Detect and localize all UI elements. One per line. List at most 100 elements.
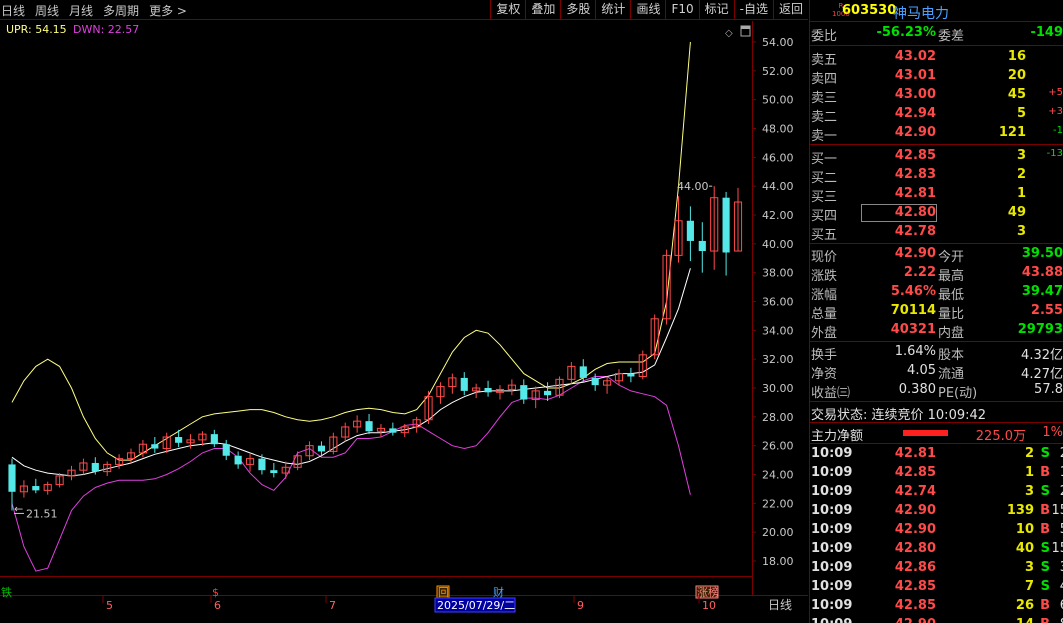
tab-monthly[interactable]: 月线 [69, 2, 93, 19]
tick-price: 42.86 [894, 560, 936, 575]
tick-volume: 139 [1006, 503, 1034, 518]
tab-weekly[interactable]: 周线 [35, 2, 59, 19]
tick-row: 10:0942.812S2 [810, 445, 1063, 464]
bid-price: 42.78 [894, 224, 936, 239]
tick-row: 10:0942.857S4 [810, 578, 1063, 597]
ask-row[interactable]: 卖二 42.94 5 +3 [810, 105, 1063, 125]
tick-price: 42.85 [894, 598, 936, 613]
tick-side: S [1040, 560, 1050, 575]
fundamentals-row: 收益㈢ 0.380 PE(动) 57.8 [810, 381, 1063, 401]
ask-change: +5 [1048, 87, 1063, 98]
ask-row[interactable]: 卖五 43.02 16 [810, 48, 1063, 68]
y-tick-label: 30.00 [762, 382, 794, 395]
date-cursor-label: 2025/07/29/二 [437, 599, 515, 612]
tab-daily[interactable]: 日线 [1, 2, 25, 19]
tick-volume: 2 [1024, 446, 1034, 461]
ask-row[interactable]: 卖三 43.00 45 +5 [810, 86, 1063, 106]
y-tick-label: 44.00 [762, 180, 794, 193]
bid-row[interactable]: 买三 42.81 1 [810, 185, 1063, 205]
bid-label: 买三 [811, 190, 838, 205]
ask-label: 卖五 [811, 53, 838, 68]
tick-time: 10:09 [811, 503, 853, 518]
tick-row: 10:0942.743S2 [810, 483, 1063, 502]
candle-body [520, 385, 528, 400]
tool-buttons: 复权 叠加 多股 统计 画线 F10 标记 -自选 返回 [490, 0, 808, 20]
quote-label: 外盘 [811, 326, 838, 341]
candle-body [151, 444, 159, 449]
tick-count: 15 [1051, 541, 1063, 556]
statistics-button[interactable]: 统计 [595, 0, 630, 20]
y-tick-label: 54.00 [762, 36, 794, 49]
bid-change: -13 [1046, 148, 1063, 159]
divider [810, 341, 1063, 342]
kline-chart[interactable]: UPR: 54.15 DWN: 22.57 54.00 52.00 50.00 48.… [0, 21, 808, 623]
f10-button[interactable]: F10 [665, 0, 698, 20]
candle-body [389, 428, 397, 433]
bid-price: 42.83 [894, 167, 936, 182]
candle-body [460, 377, 468, 391]
tab-more[interactable]: 更多 > [149, 2, 187, 19]
tick-side: B [1040, 522, 1050, 537]
tick-row: 10:0942.9010B5 [810, 521, 1063, 540]
tick-side: B [1040, 617, 1050, 623]
tick-time: 10:09 [811, 579, 853, 594]
tick-count: 15 [1051, 503, 1063, 518]
fund-value: 4.27亿 [1021, 367, 1063, 382]
high-label: 44.00 [677, 180, 709, 193]
stock-name[interactable]: 神马电力 [893, 3, 949, 23]
tick-volume: 3 [1024, 560, 1034, 575]
draw-line-button[interactable]: 画线 [630, 0, 665, 20]
quote-label: 内盘 [938, 326, 965, 341]
multi-stock-button[interactable]: 多股 [560, 0, 595, 20]
remove-favorite-button[interactable]: -自选 [733, 0, 773, 20]
mainforce-label: 主力净额 [811, 429, 864, 444]
ask-volume: 45 [1007, 87, 1026, 102]
quote-value: 39.47 [1021, 284, 1063, 299]
divider [810, 243, 1063, 244]
tick-side: S [1040, 541, 1050, 556]
tick-price: 42.74 [894, 484, 936, 499]
tick-side: S [1040, 579, 1050, 594]
overlay-button[interactable]: 叠加 [525, 0, 560, 20]
bid-row[interactable]: 买四 42.80 49 [810, 204, 1063, 224]
candle-body [722, 197, 730, 253]
low-label: 21.51 [26, 507, 58, 520]
tick-price: 42.85 [894, 579, 936, 594]
month-label: 9 [577, 599, 584, 612]
event-marker: 财 [493, 585, 504, 599]
window-icon-bar [741, 26, 750, 29]
y-tick-label: 18.00 [762, 555, 794, 568]
ask-label: 卖二 [811, 110, 838, 125]
mid-line [11, 268, 691, 477]
candle-body [698, 240, 706, 252]
low-arrow-head: ← [14, 502, 23, 515]
ask-change: -1 [1053, 125, 1063, 136]
candle-body [544, 390, 552, 396]
quote-value: 2.22 [903, 265, 936, 280]
bid-row[interactable]: 买五 42.78 3 [810, 223, 1063, 243]
back-button[interactable]: 返回 [772, 0, 808, 20]
y-tick-label: 26.00 [762, 440, 794, 453]
candle-body [222, 444, 230, 456]
bid-row[interactable]: 买一 42.85 3 -13 [810, 147, 1063, 167]
ask-volume: 20 [1007, 68, 1026, 83]
ask-row[interactable]: 卖一 42.90 121 -1 [810, 124, 1063, 144]
fund-label: 流通 [938, 367, 965, 382]
bid-price: 42.85 [894, 148, 936, 163]
y-tick-label: 28.00 [762, 411, 794, 424]
ask-row[interactable]: 卖四 43.01 20 [810, 67, 1063, 87]
ask-change: +3 [1048, 106, 1063, 117]
y-tick-label: 24.00 [762, 469, 794, 482]
mark-button[interactable]: 标记 [698, 0, 734, 20]
bid-label: 买二 [811, 171, 838, 186]
adjust-button[interactable]: 复权 [490, 0, 525, 20]
quote-label: 现价 [811, 250, 838, 265]
y-tick-label: 42.00 [762, 209, 794, 222]
dwn-line [11, 376, 691, 572]
quote-label: 今开 [938, 250, 965, 265]
tab-multi-period[interactable]: 多周期 [103, 2, 139, 19]
bid-row[interactable]: 买二 42.83 2 [810, 166, 1063, 186]
tick-time: 10:09 [811, 465, 853, 480]
tick-time: 10:09 [811, 598, 853, 613]
period-label: 日线 [768, 598, 792, 612]
